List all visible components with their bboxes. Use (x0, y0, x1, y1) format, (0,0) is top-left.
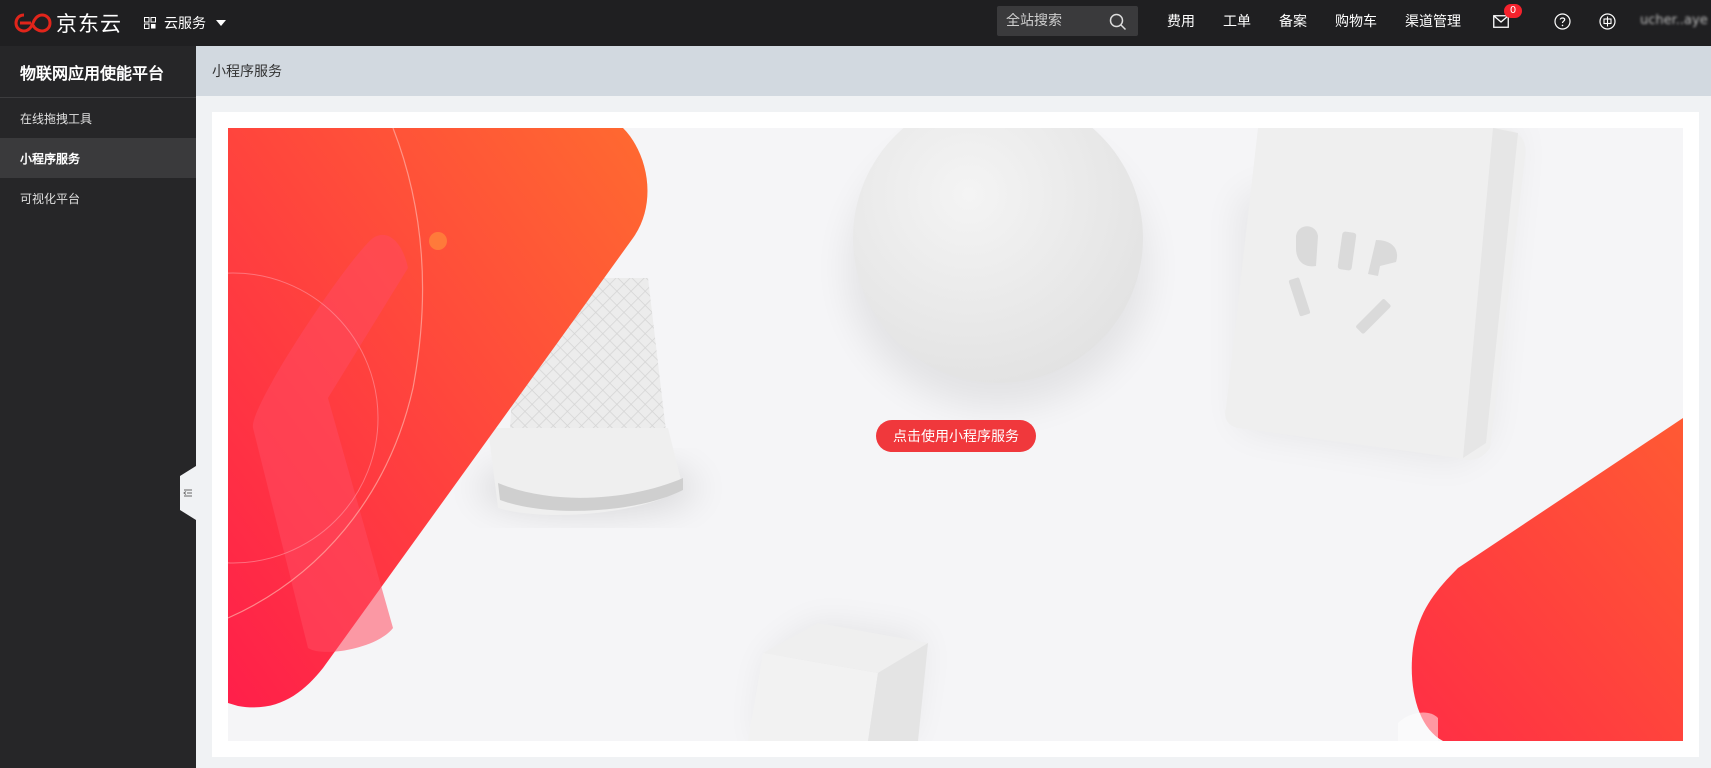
help-icon[interactable] (1553, 12, 1571, 30)
sidebar-item-label: 在线拖拽工具 (20, 111, 93, 126)
global-search[interactable] (997, 6, 1138, 36)
chevron-down-icon (216, 20, 226, 26)
sidebar-item-label: 可视化平台 (20, 191, 81, 206)
sidebar-item-drag-tool[interactable]: 在线拖拽工具 (0, 98, 196, 138)
mail-icon[interactable]: 0 (1492, 4, 1522, 30)
sidebar-title: 物联网应用使能平台 (0, 46, 196, 98)
cloud-services-label: 云服务 (164, 16, 206, 32)
nav-link-cart[interactable]: 购物车 (1335, 11, 1377, 31)
top-icon-group: 0 (1492, 0, 1643, 42)
use-mini-program-service-button[interactable]: 点击使用小程序服务 (876, 420, 1036, 452)
search-icon[interactable] (1109, 13, 1127, 31)
collapse-icon (183, 488, 193, 498)
top-navigation-bar: 京东云 云服务 费用 工单 备案 购物车 渠道管理 0 (0, 0, 1711, 46)
brand-name: 京东云 (56, 12, 122, 36)
grid-icon (144, 17, 156, 29)
sidebar-item-visualization-platform[interactable]: 可视化平台 (0, 178, 196, 218)
user-account-name[interactable]: ucher..aye (1640, 13, 1708, 28)
content-panel: 点击使用小程序服务 (212, 112, 1699, 757)
page-title-bar: 小程序服务 (196, 46, 1711, 96)
mail-badge: 0 (1504, 4, 1522, 18)
cloud-services-menu[interactable]: 云服务 (144, 13, 226, 33)
nav-link-channel-management[interactable]: 渠道管理 (1405, 11, 1461, 31)
nav-link-billing[interactable]: 费用 (1167, 11, 1195, 31)
sidebar-item-label: 小程序服务 (20, 151, 81, 166)
sidebar-item-mini-program-service[interactable]: 小程序服务 (0, 138, 196, 178)
jd-cloud-logo-icon (14, 11, 52, 35)
language-icon[interactable] (1598, 12, 1616, 30)
sidebar: 物联网应用使能平台 在线拖拽工具 小程序服务 可视化平台 (0, 46, 196, 768)
nav-link-tickets[interactable]: 工单 (1223, 11, 1251, 31)
page-title: 小程序服务 (212, 64, 282, 80)
nav-link-filing[interactable]: 备案 (1279, 11, 1307, 31)
brand-logo[interactable]: 京东云 (14, 0, 122, 46)
top-nav-links: 费用 工单 备案 购物车 渠道管理 (1167, 0, 1489, 42)
mini-program-banner: 点击使用小程序服务 (228, 128, 1683, 741)
search-input[interactable] (1006, 13, 1106, 29)
